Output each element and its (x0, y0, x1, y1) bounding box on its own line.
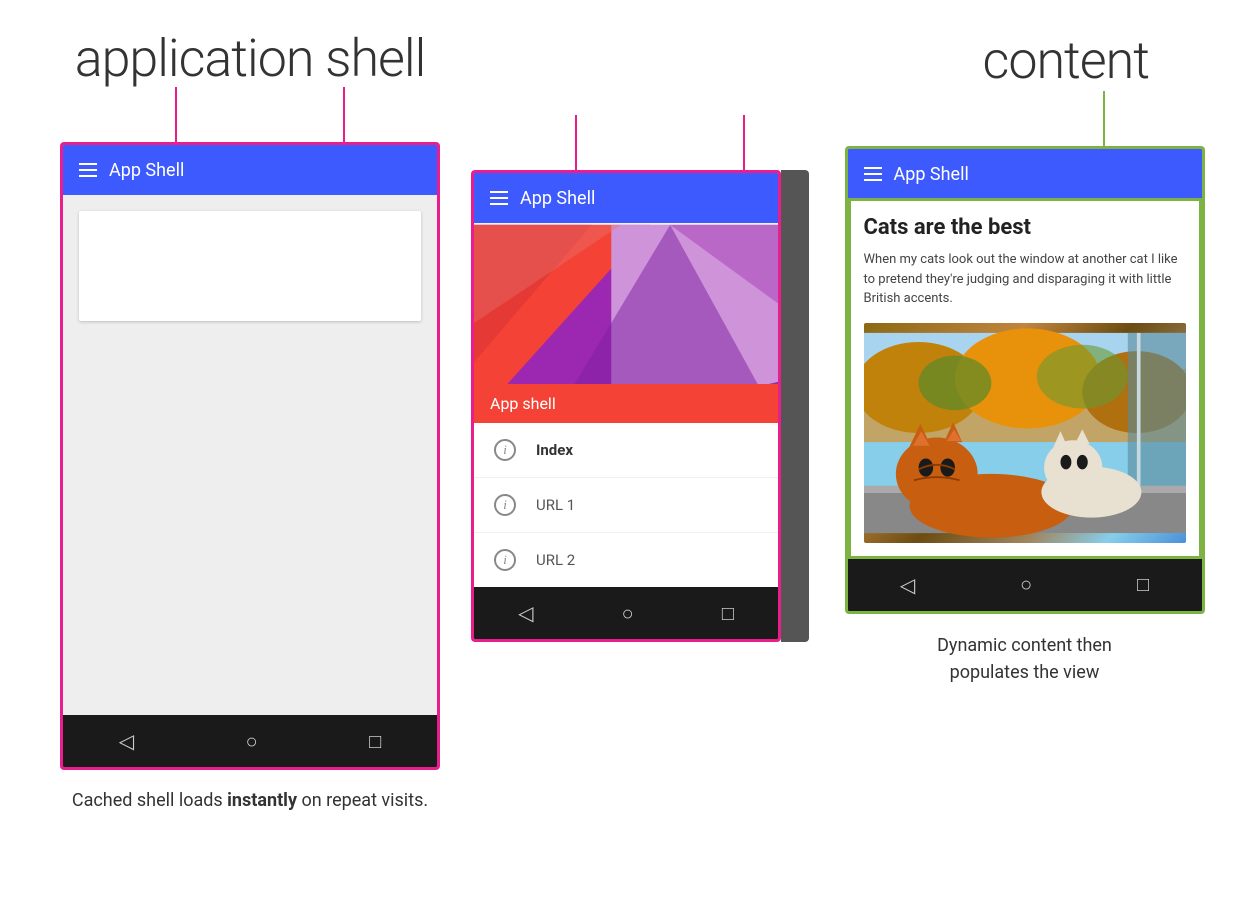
right-section: content App Shell Cats are the best When… (840, 30, 1209, 686)
left-connectors (60, 87, 440, 142)
left-section: application shell App Shell ◁ ○ □ (40, 30, 460, 813)
caption-left: Cached shell loads instantly on repeat v… (72, 788, 428, 813)
phone1-header-title: App Shell (109, 160, 184, 181)
phone1-nav-bar: ◁ ○ □ (63, 715, 437, 767)
phone3-nav-recent: □ (1137, 572, 1149, 597)
phone1-nav-back: ◁ (119, 729, 134, 753)
info-icon-url1: i (494, 494, 516, 516)
mid-connectors (485, 115, 795, 170)
phone1-header: App Shell (63, 145, 437, 195)
phone3-header: App Shell (848, 149, 1202, 199)
middle-section: App Shell (470, 115, 810, 642)
caption-left-rest: on repeat visits. (297, 790, 428, 811)
mid-connector-line1 (575, 115, 577, 170)
phone2-nav-bar: ◁ ○ □ (474, 587, 778, 639)
phone1-content-card (79, 211, 421, 321)
phone3-nav-back: ◁ (900, 573, 915, 597)
phone2-wrapper: App Shell (471, 170, 809, 642)
menu-text-url1: URL 1 (536, 496, 575, 514)
content-desc: When my cats look out the window at anot… (864, 250, 1186, 309)
side-panel (781, 170, 809, 642)
menu-item-url1: i URL 1 (474, 478, 778, 533)
application-shell-label: application shell (75, 30, 426, 87)
phone2-header: App Shell (474, 173, 778, 223)
phone1-nav-home: ○ (246, 729, 258, 754)
phone3-wrapper: App Shell Cats are the best When my cats… (845, 146, 1205, 614)
caption-left-bold: instantly (227, 790, 297, 811)
menu-text-url2: URL 2 (536, 551, 575, 569)
phone3-frame: App Shell Cats are the best When my cats… (845, 146, 1205, 614)
content-label: content (983, 30, 1150, 91)
phone1-nav-recent: □ (369, 729, 381, 754)
right-connectors (845, 91, 1205, 146)
phone3-header-title: App Shell (894, 164, 969, 185)
cat-svg (864, 323, 1186, 543)
caption-right-line2: populates the view (950, 662, 1100, 683)
left-connector-line1 (175, 87, 177, 142)
phone1-frame: App Shell ◁ ○ □ (60, 142, 440, 770)
menu-item-url2: i URL 2 (474, 533, 778, 587)
menu-text-index: Index (536, 441, 573, 459)
phone2-nav-home: ○ (622, 601, 634, 626)
hamburger-icon2 (490, 191, 508, 205)
phone2-nav-recent: □ (722, 601, 734, 626)
right-connector-line (1103, 91, 1105, 146)
info-icon-url2: i (494, 549, 516, 571)
cat-image (864, 323, 1186, 543)
mid-connector-line2 (743, 115, 745, 170)
hamburger-icon (79, 163, 97, 177)
phone2-nav-back: ◁ (518, 601, 533, 625)
info-icon-index: i (494, 439, 516, 461)
app-shell-overlay: App shell (474, 384, 778, 423)
phone2-menu: i Index i URL 1 i URL 2 (474, 423, 778, 587)
caption-left-text: Cached shell loads (72, 790, 227, 811)
left-connector-line2 (343, 87, 345, 142)
phone3-body: Cats are the best When my cats look out … (848, 199, 1202, 559)
content-title: Cats are the best (864, 215, 1186, 240)
phone2-header-title: App Shell (520, 188, 595, 209)
caption-right-line1: Dynamic content then (937, 635, 1112, 656)
app-shell-overlay-text: App shell (490, 394, 556, 413)
phone3-nav-bar: ◁ ○ □ (848, 559, 1202, 611)
phone3-nav-home: ○ (1020, 572, 1032, 597)
hamburger-icon3 (864, 167, 882, 181)
phone1-body (63, 195, 437, 715)
phone2-image: App shell (474, 223, 778, 423)
menu-item-index: i Index (474, 423, 778, 478)
main-container: application shell App Shell ◁ ○ □ (0, 0, 1249, 923)
caption-right: Dynamic content then populates the view (937, 632, 1112, 686)
phone2-frame: App Shell (471, 170, 781, 642)
